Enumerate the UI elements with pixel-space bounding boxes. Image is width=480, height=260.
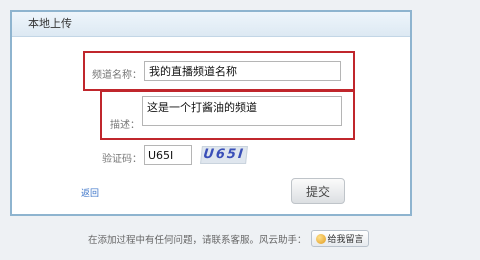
captcha-input[interactable] bbox=[144, 145, 192, 165]
description-textarea[interactable]: 这是一个打酱油的频道 bbox=[142, 96, 342, 126]
channel-name-input[interactable] bbox=[144, 61, 341, 81]
footer: 在添加过程中有任何问题，请联系客服。风云助手： 给我留言 bbox=[88, 230, 369, 247]
back-link[interactable]: 返回 bbox=[81, 186, 99, 199]
captcha-image[interactable]: U65I bbox=[200, 146, 248, 164]
leave-message-label: 给我留言 bbox=[327, 235, 364, 245]
captcha-label: 验证码： bbox=[102, 154, 142, 165]
panel-title: 本地上传 bbox=[12, 12, 410, 37]
assistant-icon bbox=[315, 233, 326, 244]
leave-message-button[interactable]: 给我留言 bbox=[310, 230, 369, 247]
channel-name-label: 频道名称： bbox=[92, 70, 142, 81]
footer-help-text: 在添加过程中有任何问题，请联系客服。风云助手： bbox=[88, 234, 307, 246]
submit-button[interactable]: 提交 bbox=[291, 178, 345, 204]
description-label: 描述： bbox=[110, 120, 140, 131]
